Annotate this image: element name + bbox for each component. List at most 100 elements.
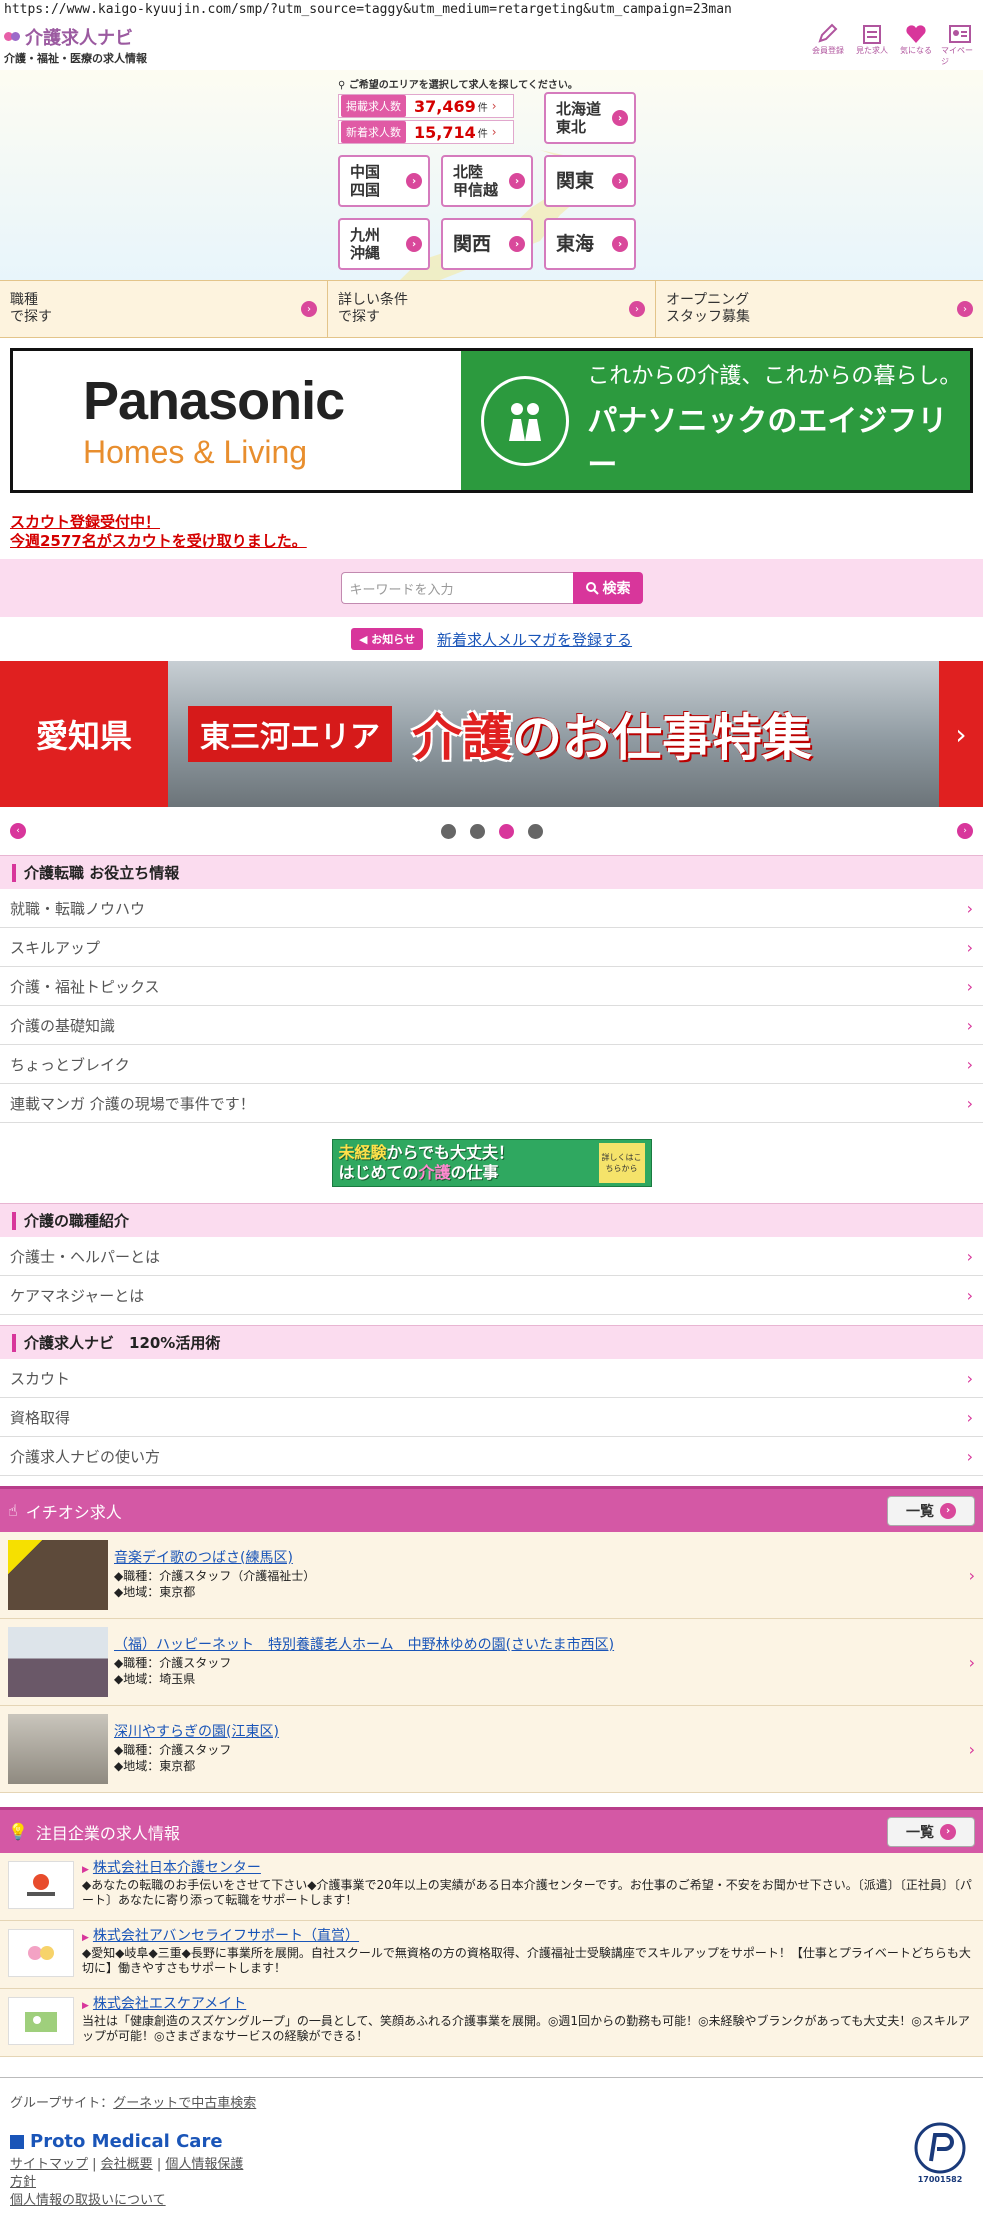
policy-link[interactable]: 方針 — [10, 2175, 36, 2190]
arrow-right-icon: › — [509, 173, 525, 189]
chevron-right-icon: › — [966, 1368, 973, 1388]
hand-pointer-icon: ☝ — [8, 1501, 18, 1520]
lightbulb-icon: 💡 — [8, 1822, 28, 1841]
arrow-right-icon: › — [612, 236, 628, 252]
slider-dot[interactable] — [469, 823, 485, 839]
privacy-mark-icon — [914, 2122, 966, 2174]
banner-pref: 愛知県 — [35, 717, 132, 755]
slider-next-button[interactable]: › — [957, 823, 973, 839]
list-item[interactable]: ケアマネジャーとは › — [0, 1276, 983, 1315]
goo-net-link[interactable]: グーネットで中古車検索 — [113, 2096, 256, 2111]
notice-badge: ◀ お知らせ — [350, 628, 424, 650]
company-mark-icon — [10, 2134, 24, 2149]
mypage-label: マイページ — [941, 46, 973, 66]
chevron-right-icon: › — [966, 1093, 973, 1113]
jobtypes-list: 介護士・ヘルパーとは › ケアマネジャーとは › — [0, 1237, 983, 1315]
job-card[interactable]: （福）ハッピーネット 特別養護老人ホーム 中野林ゆめの園(さいたま市西区) ◆職種… — [0, 1619, 983, 1706]
personal-info-link[interactable]: 個人情報の取扱いについて — [10, 2193, 166, 2208]
new-jobs-count[interactable]: 新着求人数 15,714 件 › — [338, 120, 514, 144]
viewed-jobs-button[interactable]: 見た求人 — [853, 23, 891, 67]
logo-subtitle: 介護・福祉・医療の求人情報 — [4, 52, 147, 65]
search-button[interactable]: 検索 — [572, 572, 643, 604]
viewed-jobs-label: 見た求人 — [856, 46, 888, 55]
tab-search-by-conditions[interactable]: 詳しい条件 で探す › — [328, 281, 656, 337]
banner-area: 東三河エリア — [188, 706, 392, 762]
slider-nav: ‹ › — [0, 807, 983, 855]
featured-list-button[interactable]: 一覧 › — [887, 1495, 975, 1526]
list-item[interactable]: 就職・転職ノウハウ › — [0, 889, 983, 928]
logo-title: 介護求人ナビ — [25, 28, 133, 49]
family-emblem-icon — [481, 375, 570, 466]
region-hokkaido-tohoku[interactable]: 北海道 東北 › — [544, 92, 636, 144]
list-item[interactable]: ちょっとブレイク › — [0, 1045, 983, 1084]
company-info-link[interactable]: 会社概要 — [101, 2157, 153, 2172]
flower-icon — [4, 30, 22, 44]
heart-icon — [906, 25, 926, 43]
chevron-right-icon: › — [968, 1739, 975, 1759]
privacy-policy-link[interactable]: 個人情報保護 — [165, 2157, 243, 2172]
site-footer: Proto Medical Care サイトマップ | 会社概要 | 個人情報保… — [0, 2111, 983, 2210]
list-item[interactable]: 介護士・ヘルパーとは › — [0, 1237, 983, 1276]
list-item[interactable]: 介護の基礎知識 › — [0, 1006, 983, 1045]
slider-dot[interactable] — [527, 823, 543, 839]
person-icon — [949, 25, 971, 43]
chevron-right-icon: › — [966, 898, 973, 918]
footer-links: サイトマップ | 会社概要 | 個人情報保護 方針 個人情報の取扱いについて — [10, 2157, 244, 2208]
tab-opening-staff[interactable]: オープニング スタッフ募集 › — [656, 281, 983, 337]
slider-dot[interactable] — [440, 823, 456, 839]
list-item[interactable]: 介護求人ナビの使い方 › — [0, 1437, 983, 1476]
company-card[interactable]: 株式会社エスケアメイト当社は「健康創造のスズケングループ」の一員として、笑顔あふ… — [0, 1989, 983, 2057]
site-logo[interactable]: 介護求人ナビ 介護・福祉・医療の求人情報 — [4, 24, 147, 66]
slider-next-icon[interactable]: › — [939, 661, 983, 807]
region-tokai[interactable]: 東海 › — [544, 218, 636, 270]
notice-bar: ◀ お知らせ 新着求人メルマガを登録する — [0, 617, 983, 661]
list-item[interactable]: スカウト › — [0, 1359, 983, 1398]
chevron-right-icon: › — [491, 99, 497, 113]
search-icon — [585, 582, 599, 595]
scout-line1: スカウト登録受付中！ — [10, 513, 161, 531]
favorites-label: 気になる — [900, 46, 932, 55]
scout-notice[interactable]: スカウト登録受付中！ 今週2577名がスカウトを受け取りました。 — [10, 513, 973, 551]
list-item[interactable]: 介護・福祉トピックス › — [0, 967, 983, 1006]
companies-list-button[interactable]: 一覧 › — [887, 1816, 975, 1847]
chevron-right-icon: › — [966, 1246, 973, 1266]
privacy-mark: 17001582 — [911, 2121, 969, 2187]
company-card[interactable]: 株式会社アバンセライフサポート（直営）◆愛知◆岐阜◆三重◆長野に事業所を展開。自… — [0, 1921, 983, 1989]
job-card[interactable]: 音楽デイ歌のつばさ(練馬区) ◆職種：介護スタッフ（介護福祉士） ◆地域：東京都 › — [0, 1532, 983, 1619]
group-sites: グループサイト：グーネットで中古車検索 — [0, 2077, 983, 2111]
region-kanto[interactable]: 関東 › — [544, 155, 636, 207]
region-kyushu-okinawa[interactable]: 九州 沖縄 › — [338, 218, 430, 270]
chevron-right-icon: › — [966, 1015, 973, 1035]
sitemap-link[interactable]: サイトマップ — [10, 2157, 88, 2172]
chevron-right-icon: › — [966, 937, 973, 957]
address-bar[interactable]: https://www.kaigo-kyuujin.com/smp/?utm_s… — [0, 0, 983, 20]
favorites-button[interactable]: 気になる — [897, 23, 935, 67]
feature-slider-banner[interactable]: 愛知県 東三河エリア 介護のお仕事特集 › — [0, 661, 983, 807]
featured-jobs-header: ☝ イチオシ求人 一覧 › — [0, 1486, 983, 1532]
keyword-search: キーワードを入力 検索 — [0, 559, 983, 617]
beginner-banner[interactable]: 未経験からでも大丈夫！ はじめての介護の仕事 詳しくはこちらから — [331, 1139, 652, 1187]
region-chugoku-shikoku[interactable]: 中国 四国 › — [338, 155, 430, 207]
newsletter-link[interactable]: 新着求人メルマガを登録する — [437, 629, 632, 650]
company-logo — [8, 1997, 74, 2045]
listed-jobs-count[interactable]: 掲載求人数 37,469 件 › — [338, 94, 514, 118]
arrow-right-icon: › — [406, 236, 422, 252]
list-item[interactable]: スキルアップ › — [0, 928, 983, 967]
chevron-right-icon: › — [966, 1446, 973, 1466]
company-card[interactable]: 株式会社日本介護センター◆あなたの転職のお手伝いをさせて下さい◆介護事業で20年… — [0, 1853, 983, 1921]
region-hokuriku-koshinetsu[interactable]: 北陸 甲信越 › — [441, 155, 533, 207]
area-hint: ⚲ ご希望のエリアを選択して求人を探してください。 — [338, 80, 578, 91]
slider-prev-button[interactable]: ‹ — [10, 823, 26, 839]
tab-search-by-job[interactable]: 職種 で探す › — [0, 281, 328, 337]
company-logo-text: Proto Medical Care — [10, 2131, 973, 2152]
register-button[interactable]: 会員登録 — [809, 23, 847, 67]
slider-dot[interactable] — [498, 823, 514, 839]
companies-list: 株式会社日本介護センター◆あなたの転職のお手伝いをさせて下さい◆介護事業で20年… — [0, 1853, 983, 2057]
list-item[interactable]: 連載マンガ 介護の現場で事件です！ › — [0, 1084, 983, 1123]
keyword-input[interactable]: キーワードを入力 — [340, 572, 573, 604]
job-card[interactable]: 深川やすらぎの園(江東区) ◆職種：介護スタッフ ◆地域：東京都 › — [0, 1706, 983, 1793]
mypage-button[interactable]: マイページ — [941, 23, 979, 67]
list-item[interactable]: 資格取得 › — [0, 1398, 983, 1437]
region-kansai[interactable]: 関西 › — [441, 218, 533, 270]
panasonic-ad-banner[interactable]: Panasonic Homes & Living これからの介護、これからの暮ら… — [10, 348, 973, 493]
